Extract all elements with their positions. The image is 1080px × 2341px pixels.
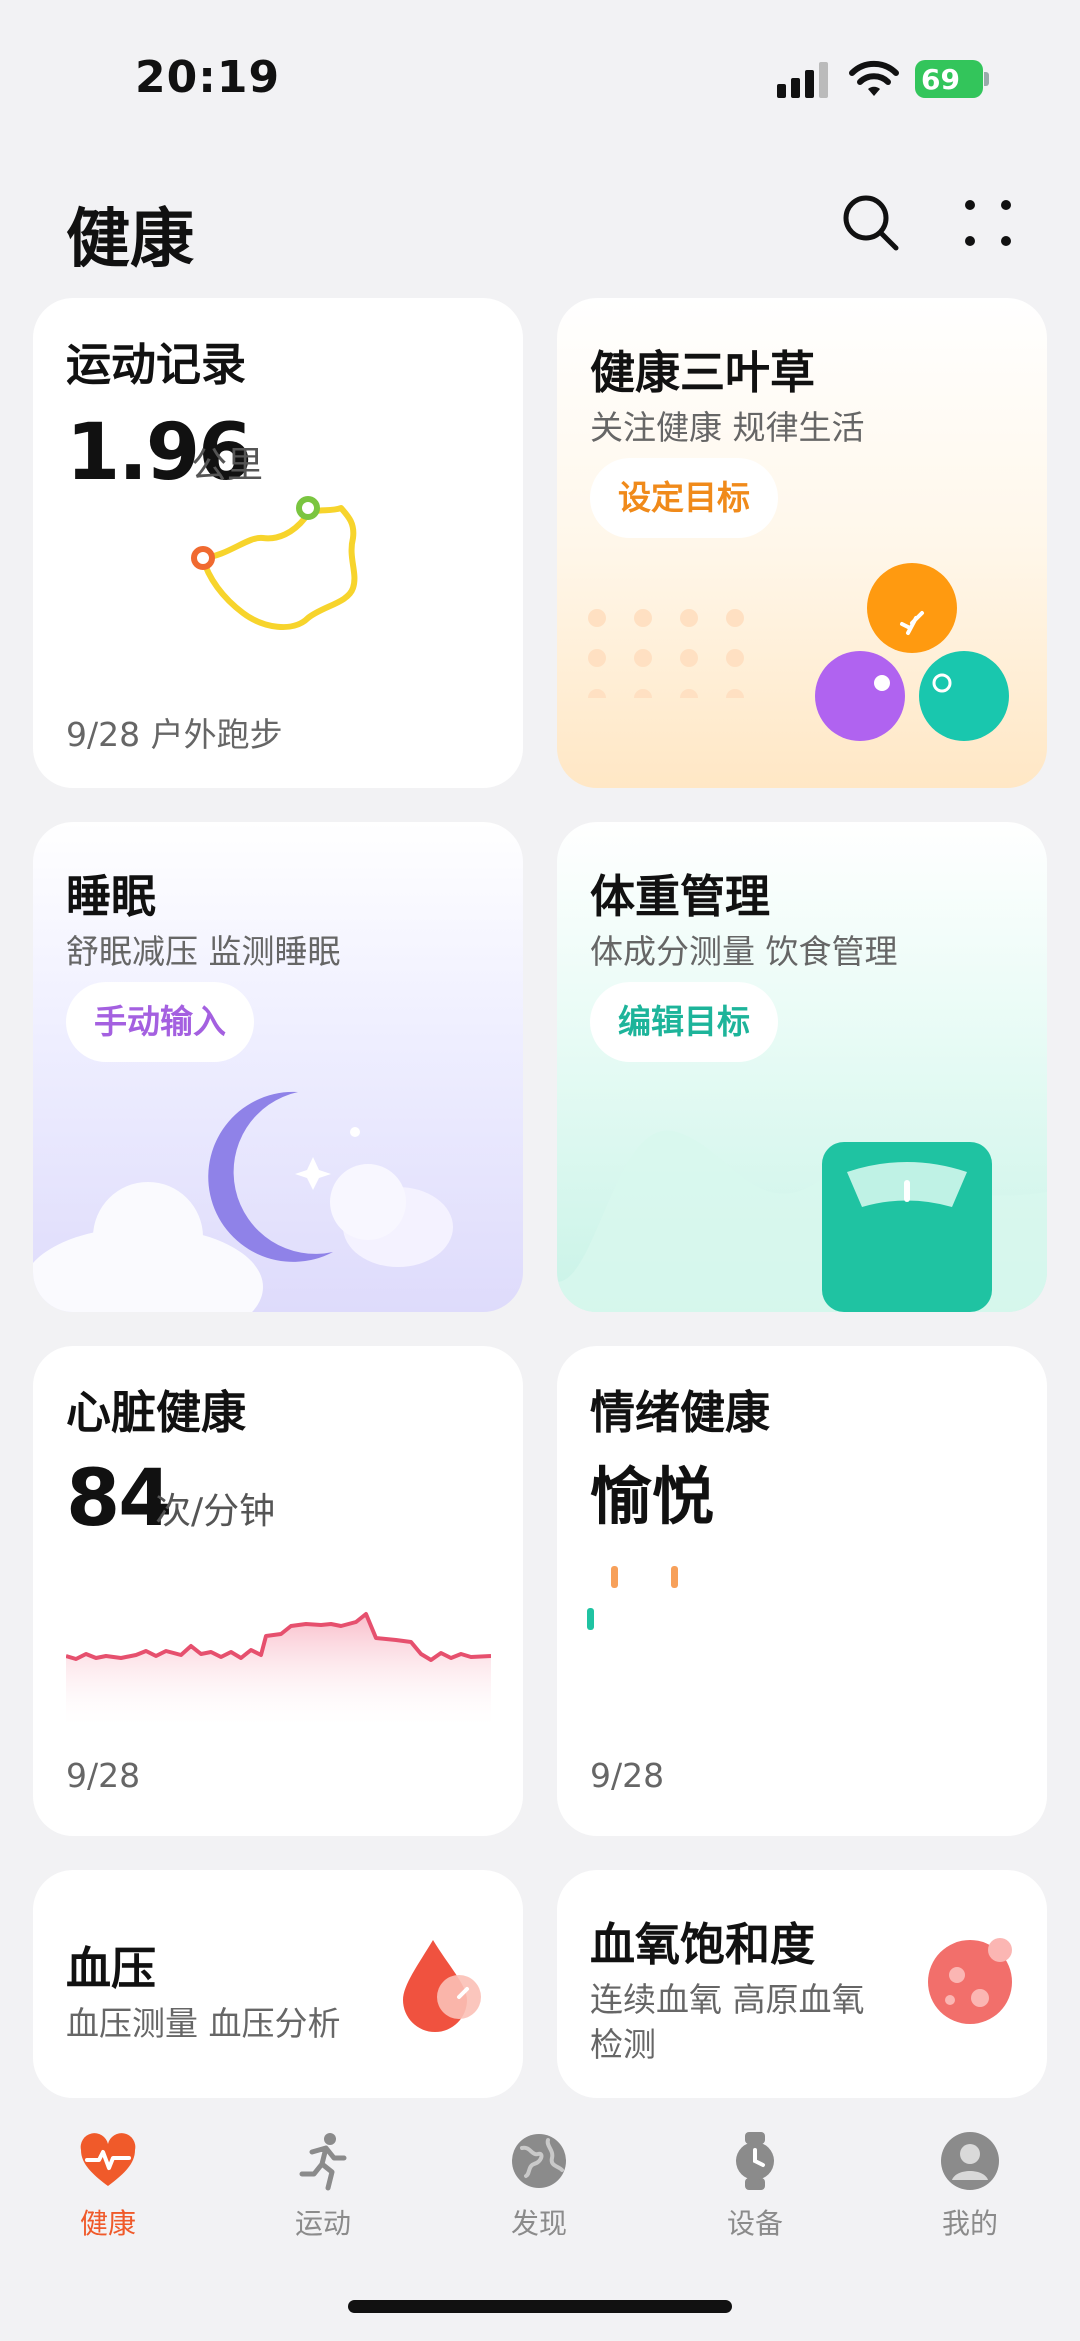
mood-value: 愉悦 <box>590 1460 715 1533</box>
card-subtitle: 关注健康 规律生活 <box>590 408 865 447</box>
health-clover-card[interactable]: 健康三叶草 关注健康 规律生活 设定目标 <box>557 298 1047 788</box>
weight-management-card[interactable]: 体重管理 体成分测量 饮食管理 编辑目标 <box>557 822 1047 1312</box>
card-subtitle-line2: 检测 <box>590 2025 656 2064</box>
blood-drop-icon <box>403 1940 481 2032</box>
heart-rate-trend-graph <box>66 1612 491 1726</box>
tab-exercise[interactable]: 运动 <box>253 2130 393 2250</box>
route-map-illustration <box>191 496 358 631</box>
status-bar: 20:19 69 <box>0 0 1080 150</box>
card-title: 血压 <box>66 1942 157 1995</box>
tab-me[interactable]: 我的 <box>900 2130 1040 2250</box>
dot-grid-decoration <box>588 609 744 698</box>
profile-icon <box>941 2132 999 2190</box>
exercise-record-card[interactable]: 运动记录 1.96 公里 9/28 户外跑步 <box>33 298 523 788</box>
card-subtitle: 舒眠减压 监测睡眠 <box>66 932 341 971</box>
card-title: 健康三叶草 <box>590 346 816 399</box>
mood-health-card[interactable]: 情绪健康 愉悦 9/28 <box>557 1346 1047 1836</box>
page-title: 健康 <box>66 203 194 277</box>
tab-devices[interactable]: 设备 <box>685 2130 825 2250</box>
tab-label: 我的 <box>941 2207 998 2240</box>
running-icon <box>299 2133 347 2191</box>
record-date: 9/28 <box>66 1756 141 1795</box>
clover-illustration <box>815 563 1009 741</box>
watch-icon <box>736 2132 774 2190</box>
globe-icon <box>512 2134 566 2188</box>
heart-pulse-icon <box>80 2133 136 2186</box>
heart-rate-unit: 次/分钟 <box>155 1491 276 1532</box>
record-date: 9/28 <box>590 1756 665 1795</box>
tab-label: 健康 <box>79 2207 136 2240</box>
card-title: 体重管理 <box>590 870 771 923</box>
tab-discover[interactable]: 发现 <box>469 2130 609 2250</box>
sleep-card[interactable]: 睡眠 舒眠减压 监测睡眠 手动输入 <box>33 822 523 1312</box>
home-indicator[interactable] <box>348 2300 732 2313</box>
card-title: 情绪健康 <box>590 1386 771 1439</box>
card-subtitle: 血压测量 血压分析 <box>66 2004 341 2043</box>
manual-input-button[interactable]: 手动输入 <box>66 982 254 1062</box>
tab-label: 运动 <box>294 2207 351 2240</box>
blood-cell-icon <box>928 1938 1012 2024</box>
tab-label: 设备 <box>726 2207 783 2240</box>
wifi-icon <box>849 60 899 96</box>
heart-health-card[interactable]: 心脏健康 84 次/分钟 9/28 <box>33 1346 523 1836</box>
card-title: 睡眠 <box>66 870 157 923</box>
mood-trend-marks <box>587 1566 678 1630</box>
edit-goal-button[interactable]: 编辑目标 <box>590 982 778 1062</box>
card-title: 血氧饱和度 <box>590 1918 816 1971</box>
card-subtitle-line1: 连续血氧 高原血氧 <box>590 1980 865 2019</box>
battery-tip <box>984 72 989 86</box>
more-options-icon[interactable] <box>960 195 1016 251</box>
record-date: 9/28 户外跑步 <box>66 715 283 754</box>
blood-pressure-card[interactable]: 血压 血压测量 血压分析 <box>33 1870 523 2098</box>
cellular-signal-icon <box>777 62 828 98</box>
tab-label: 发现 <box>510 2207 567 2240</box>
battery-indicator: 69 <box>915 60 989 98</box>
card-title: 心脏健康 <box>66 1386 247 1439</box>
blood-oxygen-card[interactable]: 血氧饱和度 连续血氧 高原血氧 检测 <box>557 1870 1047 2098</box>
scale-illustration <box>557 1130 1047 1312</box>
search-icon[interactable] <box>840 192 902 254</box>
card-title: 运动记录 <box>66 338 247 391</box>
status-time: 20:19 <box>135 52 281 103</box>
battery-level: 69 <box>921 63 960 96</box>
set-goal-button[interactable]: 设定目标 <box>590 458 778 538</box>
card-subtitle: 体成分测量 饮食管理 <box>590 932 898 971</box>
moon-cloud-illustration <box>33 1091 453 1312</box>
tab-health[interactable]: 健康 <box>38 2130 178 2250</box>
